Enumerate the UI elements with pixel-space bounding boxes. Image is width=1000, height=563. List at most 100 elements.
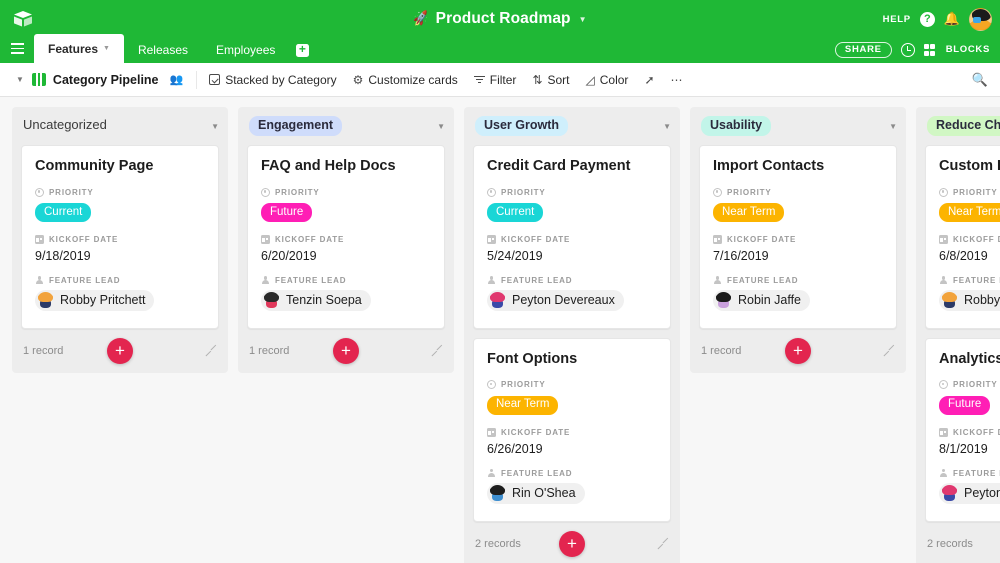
stack-name-chip[interactable]: Uncategorized: [23, 115, 116, 136]
kanban-card[interactable]: Font Options PRIORITY Near Term KICKOFF …: [473, 337, 671, 522]
expand-stack-icon[interactable]: [657, 538, 669, 550]
user-avatar[interactable]: [969, 7, 992, 31]
filter-icon: [473, 75, 485, 84]
color-button[interactable]: ◿ Color: [586, 73, 629, 87]
bell-icon[interactable]: 🔔: [944, 11, 960, 27]
customize-cards-button[interactable]: ⚙ Customize cards: [353, 73, 458, 87]
add-table-button[interactable]: +: [289, 37, 315, 63]
feature-lead-chip[interactable]: Tenzin Soepa: [261, 289, 371, 311]
tab-releases[interactable]: Releases: [124, 37, 202, 63]
share-button[interactable]: SHARE: [834, 41, 892, 58]
kanban-board[interactable]: Uncategorized ▼ Community Page PRIORITY …: [0, 97, 1000, 563]
person-icon: [939, 468, 948, 478]
stack-name-chip[interactable]: User Growth: [475, 115, 569, 137]
field-label-feature-lead: FEATURE LEAD: [713, 275, 883, 285]
field-label-feature-lead: FEATURE LEAD: [487, 468, 657, 478]
kanban-stack[interactable]: Reduce Churn ▼ Custom Branding PRIORITY …: [916, 107, 1000, 563]
collaborators-icon[interactable]: 👥: [170, 73, 184, 86]
expand-stack-icon[interactable]: [883, 345, 895, 357]
view-sidebar-toggle-icon[interactable]: ▼: [10, 75, 32, 84]
priority-chip[interactable]: Near Term: [713, 203, 785, 222]
stack-cards: Custom Branding PRIORITY Near Term KICKO…: [916, 145, 1000, 522]
ellipsis-icon: ⋯: [670, 72, 683, 87]
chevron-down-icon[interactable]: ▼: [211, 122, 219, 131]
field-label-priority: PRIORITY: [939, 380, 1000, 390]
kanban-view-icon: [31, 73, 46, 86]
view-name[interactable]: Category Pipeline: [53, 73, 159, 87]
blocks-icon[interactable]: [923, 43, 937, 56]
add-record-button[interactable]: +: [559, 530, 585, 557]
chevron-down-icon[interactable]: ▼: [103, 45, 110, 52]
priority-chip[interactable]: Near Term: [487, 395, 559, 415]
chevron-down-icon[interactable]: ▼: [437, 122, 445, 131]
chevron-down-icon[interactable]: ▼: [579, 15, 587, 24]
expand-stack-icon[interactable]: [205, 345, 217, 357]
tabs-right-actions: SHARE BLOCKS: [834, 41, 1000, 64]
card-title: Analytics: [939, 350, 1000, 367]
chevron-down-icon[interactable]: ▼: [889, 122, 897, 131]
search-icon[interactable]: 🔍: [972, 72, 990, 88]
hamburger-menu-icon[interactable]: [0, 34, 34, 63]
add-record-button[interactable]: +: [785, 337, 811, 364]
kanban-card[interactable]: Import Contacts PRIORITY Near Term KICKO…: [699, 145, 897, 329]
stack-header[interactable]: Engagement ▼: [238, 107, 454, 145]
more-options-button[interactable]: ⋯: [671, 73, 683, 87]
priority-chip[interactable]: Future: [939, 395, 991, 415]
kanban-stack[interactable]: Uncategorized ▼ Community Page PRIORITY …: [12, 107, 228, 373]
priority-chip[interactable]: Current: [487, 203, 544, 222]
sort-button[interactable]: ⇅ Sort: [532, 73, 569, 87]
stack-cards: Import Contacts PRIORITY Near Term KICKO…: [690, 145, 906, 329]
kanban-card[interactable]: Credit Card Payment PRIORITY Current KIC…: [473, 145, 671, 329]
expand-stack-icon[interactable]: [431, 345, 443, 357]
stacked-by-button[interactable]: Stacked by Category: [209, 73, 337, 87]
filter-button[interactable]: Filter: [473, 73, 516, 87]
kickoff-date-value: 7/16/2019: [713, 248, 769, 263]
stack-header[interactable]: Usability ▼: [690, 107, 906, 145]
feature-lead-chip[interactable]: Robin Jaffe: [713, 289, 811, 311]
workspace-title-text: Product Roadmap: [435, 10, 571, 27]
feature-lead-chip[interactable]: Robby Pritchett: [35, 289, 155, 311]
stack-name-chip[interactable]: Usability: [701, 115, 772, 137]
feature-lead-chip[interactable]: Robby Pritchett: [939, 289, 1000, 311]
kanban-card[interactable]: Community Page PRIORITY Current KICKOFF …: [21, 145, 219, 329]
help-label[interactable]: HELP: [883, 14, 911, 25]
tab-features[interactable]: Features ▼: [34, 34, 124, 63]
chevron-down-icon[interactable]: ▼: [663, 122, 671, 131]
stack-header[interactable]: Reduce Churn ▼: [916, 107, 1000, 145]
add-record-button[interactable]: +: [107, 337, 133, 364]
stack-name-chip[interactable]: Reduce Churn: [927, 115, 1000, 137]
kanban-card[interactable]: Analytics PRIORITY Future KICKOFF DATE 8…: [925, 337, 1000, 522]
stack-name-chip[interactable]: Engagement: [249, 115, 343, 137]
add-record-button[interactable]: +: [333, 337, 359, 364]
feature-lead-name: Robby Pritchett: [60, 293, 146, 308]
kickoff-label-text: KICKOFF DATE: [501, 427, 571, 437]
priority-chip[interactable]: Future: [261, 203, 313, 222]
stack-header[interactable]: Uncategorized ▼: [12, 107, 228, 145]
stack-footer: 2 records +: [916, 522, 1000, 563]
tab-employees[interactable]: Employees: [202, 37, 289, 63]
field-label-priority: PRIORITY: [35, 187, 205, 197]
kanban-card[interactable]: FAQ and Help Docs PRIORITY Future KICKOF…: [247, 145, 445, 329]
kickoff-label-text: KICKOFF DATE: [953, 427, 1000, 437]
history-clock-icon[interactable]: [900, 42, 915, 57]
top-bar: 🚀 Product Roadmap ▼ HELP ? 🔔 Features ▼ …: [0, 0, 1000, 63]
kanban-stack[interactable]: User Growth ▼ Credit Card Payment PRIORI…: [464, 107, 680, 563]
feature-lead-chip[interactable]: Rin O'Shea: [487, 482, 585, 504]
kanban-stack[interactable]: Engagement ▼ FAQ and Help Docs PRIORITY …: [238, 107, 454, 373]
question-circle-icon[interactable]: ?: [919, 11, 935, 27]
feature-lead-name: Peyton Devereaux: [512, 293, 615, 308]
share-view-button[interactable]: ➚: [644, 73, 654, 87]
top-bar-actions: HELP ? 🔔: [883, 6, 992, 32]
blocks-label[interactable]: BLOCKS: [946, 44, 990, 55]
feature-lead-chip[interactable]: Peyton Devereaux: [487, 289, 624, 311]
priority-chip[interactable]: Current: [35, 203, 92, 222]
kanban-stack[interactable]: Usability ▼ Import Contacts PRIORITY Nea…: [690, 107, 906, 373]
priority-chip[interactable]: Near Term: [939, 203, 1000, 222]
calendar-icon: [35, 234, 44, 244]
workspace-title[interactable]: 🚀 Product Roadmap ▼: [0, 8, 1000, 30]
kanban-card[interactable]: Custom Branding PRIORITY Near Term KICKO…: [925, 145, 1000, 329]
add-table-label: +: [295, 43, 309, 57]
priority-label-text: PRIORITY: [275, 187, 320, 197]
feature-lead-chip[interactable]: Peyton Devereaux: [939, 482, 1000, 504]
stack-header[interactable]: User Growth ▼: [464, 107, 680, 145]
